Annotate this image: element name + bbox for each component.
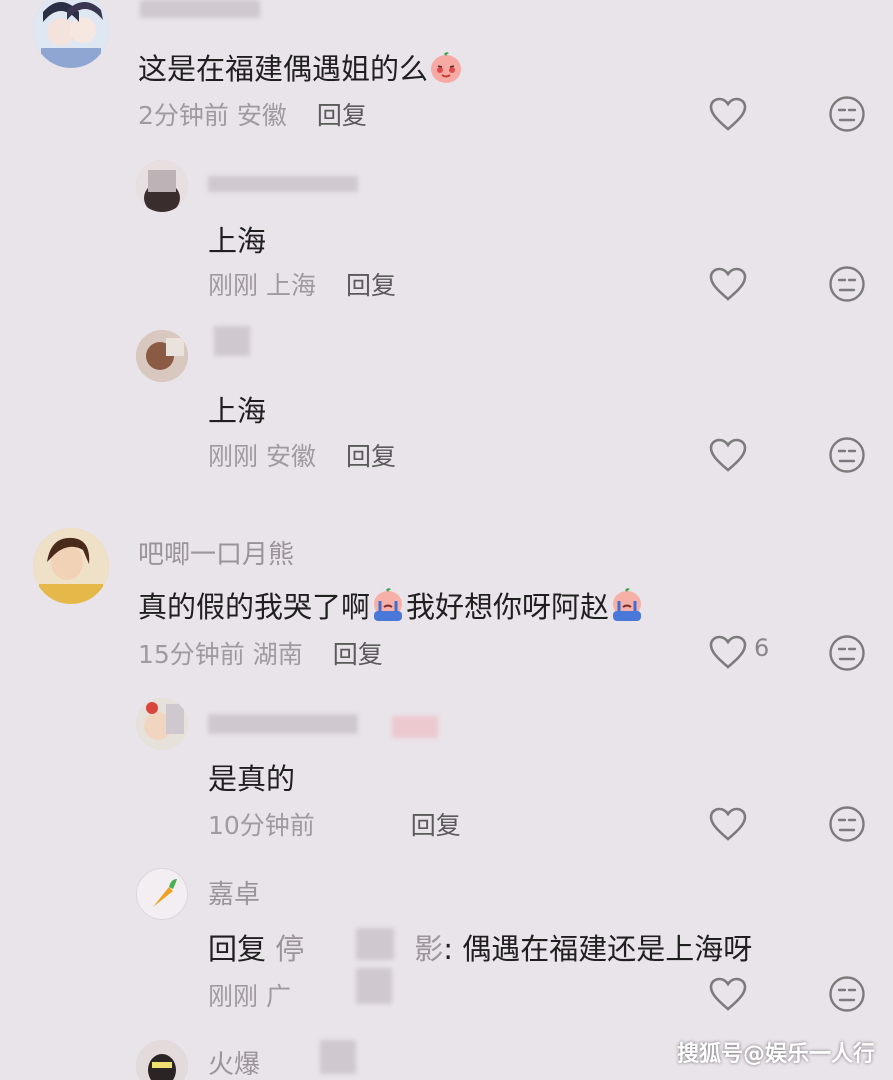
- redacted-username: [208, 176, 358, 192]
- avatar[interactable]: [136, 698, 188, 750]
- username[interactable]: 火爆: [208, 1044, 260, 1080]
- username[interactable]: 吧唧一口月熊: [138, 534, 294, 571]
- reply-button[interactable]: 回复: [333, 640, 383, 669]
- avatar-photo: [136, 160, 188, 212]
- comment-text: 这是在福建偶遇姐的么: [138, 46, 464, 88]
- reply-button[interactable]: 回复: [346, 271, 396, 300]
- comment-location: 安徽: [236, 101, 287, 130]
- comment-time: 刚刚: [208, 982, 259, 1011]
- avatar[interactable]: [136, 330, 188, 382]
- redacted-username: [320, 1040, 356, 1074]
- comment-location: 上海: [265, 271, 316, 300]
- comment-meta: 刚刚 上海 回复: [208, 266, 396, 302]
- comment-time: 2分钟前: [138, 101, 229, 130]
- avatar-photo: [136, 698, 188, 750]
- comment-text: 回复 停影: 偶遇在福建还是上海呀: [208, 932, 753, 966]
- neutral-face-icon[interactable]: [828, 634, 866, 672]
- reply-prefix: 回复: [208, 932, 267, 966]
- comment-page: 这是在福建偶遇姐的么 2分钟前 安徽 回复 上海 刚刚 上海 回复 上海 刚刚 …: [0, 0, 893, 1080]
- comment-time: 15分钟前: [138, 640, 245, 669]
- avatar[interactable]: [136, 1040, 188, 1080]
- like-count: 6: [754, 634, 770, 662]
- comment-location: 安徽: [265, 442, 316, 471]
- comment-time: 刚刚: [208, 442, 259, 471]
- username[interactable]: 嘉卓: [208, 874, 260, 911]
- avatar[interactable]: [136, 160, 188, 212]
- reply-button[interactable]: 回复: [411, 811, 461, 840]
- comment-meta: 刚刚 广: [208, 977, 291, 1013]
- crying-face-emoji: [370, 587, 406, 623]
- comment-text: 真的假的我哭了啊 我好想你呀阿赵: [138, 584, 645, 626]
- avatar[interactable]: [33, 528, 109, 604]
- heart-icon[interactable]: [708, 437, 748, 473]
- avatar-photo: [136, 330, 188, 382]
- watermark: 搜狐号@娱乐一人行: [676, 1042, 875, 1067]
- heart-icon[interactable]: [708, 806, 748, 842]
- heart-icon[interactable]: [708, 266, 748, 302]
- comment-text: 上海: [208, 224, 267, 258]
- redacted-username: [214, 326, 250, 356]
- avatar[interactable]: [33, 0, 109, 68]
- redacted-username: [356, 928, 394, 960]
- comment-text: 上海: [208, 394, 267, 428]
- heart-icon[interactable]: [708, 634, 748, 670]
- neutral-face-icon[interactable]: [828, 95, 866, 133]
- carrot-icon: [153, 879, 177, 907]
- comment-meta: 10分钟前 回复: [208, 806, 461, 842]
- comment-meta: 刚刚 安徽 回复: [208, 437, 396, 473]
- comment-time: 刚刚: [208, 271, 259, 300]
- comment-location: 广: [265, 982, 291, 1011]
- comment-meta: 15分钟前 湖南 回复: [138, 635, 383, 671]
- comment-time: 10分钟前: [208, 811, 315, 840]
- heart-icon[interactable]: [708, 976, 748, 1012]
- neutral-face-icon[interactable]: [828, 975, 866, 1013]
- avatar-photo: [33, 528, 109, 604]
- reply-button[interactable]: 回复: [317, 101, 367, 130]
- avatar-photo: [136, 1040, 188, 1080]
- avatar-illustration: [33, 0, 109, 68]
- reply-button[interactable]: 回复: [346, 442, 396, 471]
- neutral-face-icon[interactable]: [828, 436, 866, 474]
- comment-location: 湖南: [252, 640, 303, 669]
- redacted-username: [392, 716, 438, 738]
- crying-face-emoji: [609, 587, 645, 623]
- heart-icon[interactable]: [708, 96, 748, 132]
- neutral-face-icon[interactable]: [828, 265, 866, 303]
- redacted-username: [140, 0, 260, 18]
- redacted-location: [356, 968, 392, 1004]
- redacted-username: [208, 714, 358, 734]
- neutral-face-icon[interactable]: [828, 805, 866, 843]
- avatar[interactable]: [136, 868, 188, 920]
- comment-text: 是真的: [208, 762, 296, 796]
- blushing-face-emoji: [428, 49, 464, 85]
- comment-meta: 2分钟前 安徽 回复: [138, 96, 367, 132]
